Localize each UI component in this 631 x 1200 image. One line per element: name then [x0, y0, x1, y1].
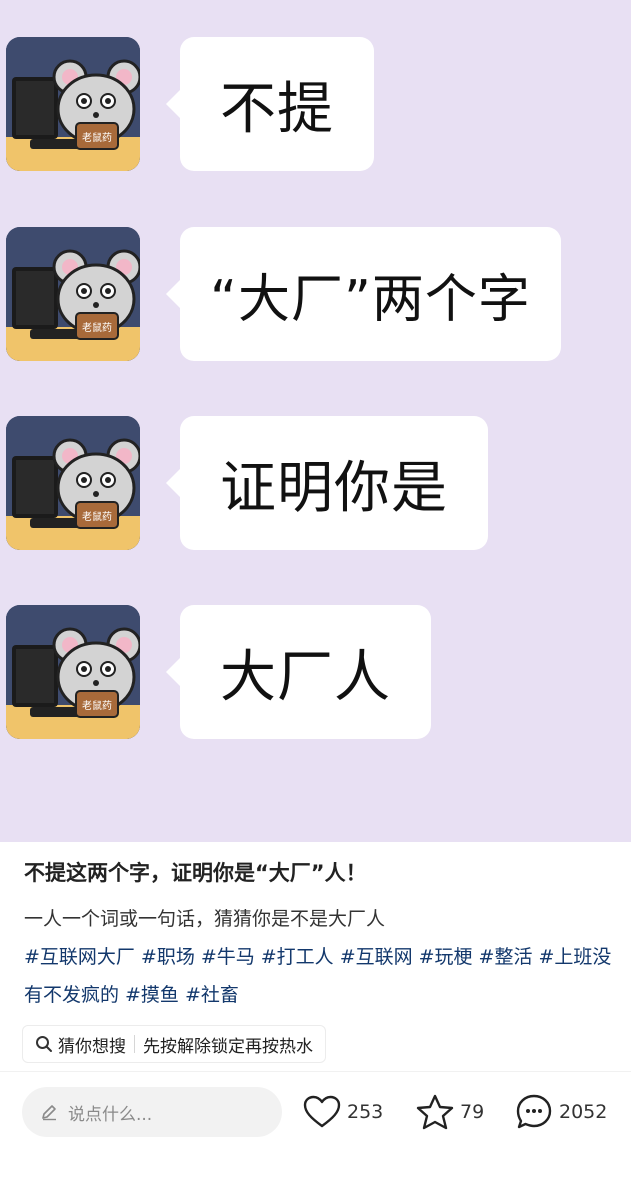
hashtag[interactable]: #摸鱼 [125, 984, 179, 1006]
like-count: 253 [347, 1101, 384, 1123]
svg-text:老鼠药: 老鼠药 [82, 699, 112, 712]
comment-count: 2052 [559, 1101, 608, 1123]
heart-icon [303, 1095, 341, 1128]
divider [0, 1071, 631, 1072]
svg-text:老鼠药: 老鼠药 [82, 510, 112, 523]
hashtag[interactable]: #牛马 [201, 946, 255, 968]
pencil-icon [42, 1105, 56, 1121]
bubble-text: “大厂”两个字 [210, 269, 531, 330]
bubble-text: 不提 [220, 76, 334, 142]
star-icon [416, 1094, 454, 1130]
mouse-avatar: 老鼠药 [6, 37, 140, 171]
suggested-search-label: 猜你想搜 [58, 1036, 126, 1057]
hashtag[interactable]: #社畜 [185, 984, 239, 1006]
hashtag[interactable]: #互联网 [340, 946, 413, 968]
chat-bubble: 大厂人 [166, 605, 431, 739]
hashtag[interactable]: #打工人 [261, 946, 334, 968]
comment-bubble-icon [516, 1094, 552, 1129]
chat-bubble: 证明你是 [166, 416, 488, 550]
hashtag[interactable]: #互联网大厂 [24, 946, 135, 968]
mouse-avatar: 老鼠药 [6, 416, 140, 550]
post-description: 一人一个词或一句话，猜猜你是不是大厂人 [24, 908, 386, 930]
comment-placeholder: 说点什么... [68, 1104, 153, 1125]
suggested-search-query: 先按解除锁定再按热水 [143, 1036, 313, 1057]
hashtag[interactable]: #职场 [141, 946, 195, 968]
chat-bubble: “大厂”两个字 [166, 227, 561, 361]
hashtag-list: #互联网大厂 #职场 #牛马 #打工人 #互联网 #玩梗 #整活 #上班没有不发疯的 #摸鱼 #社… [24, 938, 614, 1014]
bubble-text: 证明你是 [220, 455, 448, 521]
mouse-avatar: 老鼠药 [6, 605, 140, 739]
comment-input[interactable]: 说点什么... [22, 1087, 282, 1137]
hashtag[interactable]: #玩梗 [419, 946, 473, 968]
search-icon [36, 1036, 52, 1052]
chat-row-2: 老鼠药 “大厂”两个字 [0, 227, 631, 367]
svg-text:老鼠药: 老鼠药 [82, 321, 112, 334]
chat-row-4: 老鼠药 大厂人 [0, 605, 631, 745]
comment-button[interactable]: 2052 [515, 1090, 607, 1134]
favorite-count: 79 [460, 1101, 485, 1123]
like-button[interactable]: 253 [303, 1090, 383, 1134]
mouse-avatar: 老鼠药 [6, 227, 140, 361]
chat-bubble: 不提 [166, 37, 374, 171]
divider [134, 1035, 135, 1053]
post-details: 不提这两个字，证明你是“大厂”人！ 一人一个词或一句话，猜猜你是不是大厂人 #互… [0, 842, 631, 1200]
bubble-text: 大厂人 [220, 644, 391, 710]
chat-row-1: 老鼠药 不提 [0, 37, 631, 177]
hashtag[interactable]: #整活 [479, 946, 533, 968]
chat-row-3: 老鼠药 证明你是 [0, 416, 631, 556]
post-title: 不提这两个字，证明你是“大厂”人！ [24, 861, 367, 885]
post-image[interactable]: 老鼠药 不提 老鼠药 “大厂”两个字 老鼠药 证明你是 老鼠药 大厂人 [0, 0, 631, 842]
svg-text:老鼠药: 老鼠药 [82, 131, 112, 144]
suggested-search-chip[interactable]: 猜你想搜 先按解除锁定再按热水 [22, 1025, 326, 1063]
favorite-button[interactable]: 79 [416, 1090, 484, 1134]
